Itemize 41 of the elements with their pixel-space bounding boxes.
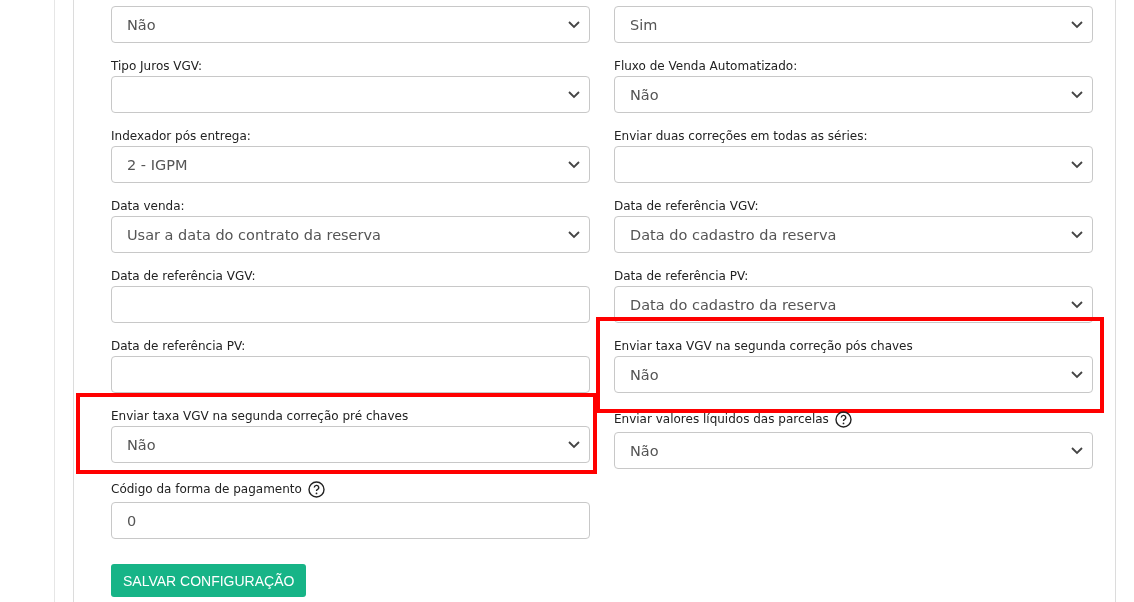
chevron-down-icon [1070, 159, 1084, 170]
chevron-down-icon [567, 229, 581, 240]
field-label: Data de referência VGV: [614, 199, 759, 213]
dropdown[interactable]: Não [614, 356, 1093, 393]
chevron-down-icon [567, 159, 581, 170]
field-label: Data de referência VGV: [111, 269, 256, 283]
field-label: Fluxo de Venda Automatizado: [614, 59, 798, 73]
field-label: Enviar valores líquidos das parcelas [614, 412, 829, 426]
dropdown[interactable] [111, 76, 590, 113]
chevron-down-icon [567, 19, 581, 30]
chevron-down-icon [1070, 19, 1084, 30]
field-label: Data de referência PV: [614, 269, 749, 283]
field-label: Enviar duas correções em todas as séries: [614, 129, 868, 143]
input-field[interactable] [111, 286, 590, 323]
chevron-down-icon [1070, 229, 1084, 240]
help-icon[interactable] [834, 410, 852, 428]
input-field[interactable]: 0 [111, 502, 590, 539]
field-label: Indexador pós entrega: [111, 129, 251, 143]
dropdown[interactable] [614, 146, 1093, 183]
chevron-down-icon [567, 439, 581, 450]
dropdown[interactable]: Não [111, 426, 590, 463]
field-label: Código da forma de pagamento [111, 482, 302, 496]
dropdown[interactable]: Não [614, 432, 1093, 469]
dropdown[interactable]: 2 - IGPM [111, 146, 590, 183]
chevron-down-icon [1070, 89, 1084, 100]
dropdown[interactable]: Usar a data do contrato da reserva [111, 216, 590, 253]
field-label: Tipo Juros VGV: [111, 59, 203, 73]
field-label: Enviar taxa VGV na segunda correção pós chaves [614, 339, 913, 353]
field-label: Data venda: [111, 199, 185, 213]
help-icon[interactable] [307, 480, 325, 498]
field-label: Enviar taxa VGV na segunda correção pré chaves [111, 409, 409, 423]
chevron-down-icon [1070, 369, 1084, 380]
chevron-down-icon [1070, 445, 1084, 456]
dropdown[interactable]: Sim [614, 6, 1093, 43]
dropdown[interactable]: Data do cadastro da reserva [614, 216, 1093, 253]
dropdown[interactable]: Não [111, 6, 590, 43]
dropdown[interactable]: Não [614, 76, 1093, 113]
field-label: Data de referência PV: [111, 339, 246, 353]
chevron-down-icon [567, 89, 581, 100]
chevron-down-icon [1070, 299, 1084, 310]
input-field[interactable] [111, 356, 590, 393]
